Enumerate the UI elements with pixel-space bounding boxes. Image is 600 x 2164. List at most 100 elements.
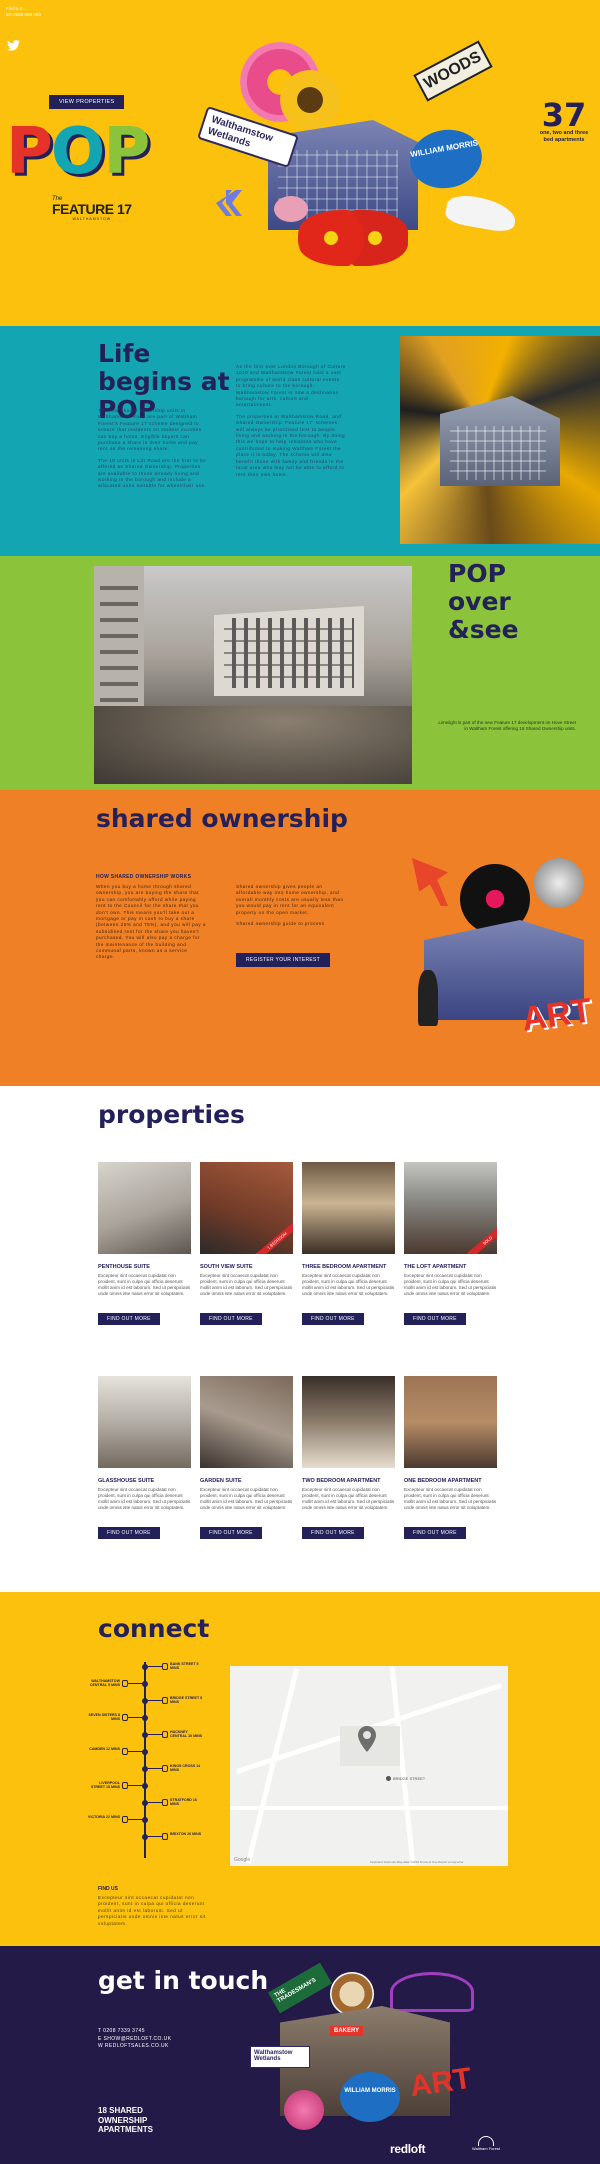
station-label: BANK STREET 5 MINS bbox=[170, 1662, 199, 1671]
timeline-dot bbox=[142, 1698, 148, 1704]
find-out-more-button[interactable]: FIND OUT MORE bbox=[98, 1313, 160, 1325]
count-text: one, two and three bed apartments bbox=[539, 130, 589, 143]
apartment-count: 37 one, two and three bed apartments bbox=[536, 96, 592, 144]
map-pin-icon[interactable] bbox=[358, 1726, 376, 1752]
property-title: GARDEN SUITE bbox=[200, 1478, 242, 1484]
train-icon bbox=[162, 1799, 168, 1806]
pig-image bbox=[274, 196, 308, 222]
life-begins-section: Life begins at POP The new shared owners… bbox=[0, 326, 600, 556]
train-icon bbox=[162, 1663, 168, 1670]
pop-over-title: POP over &see bbox=[448, 560, 519, 644]
bicycle-image bbox=[390, 1972, 474, 2012]
timeline-dot bbox=[142, 1834, 148, 1840]
contact-line-2[interactable]: tel: 0000 000 000 bbox=[6, 12, 41, 18]
property-photo[interactable] bbox=[98, 1376, 191, 1468]
find-out-more-button[interactable]: FIND OUT MORE bbox=[302, 1313, 364, 1325]
life-col2-text-b: The properties at Walthamstow Road, and … bbox=[236, 413, 346, 477]
property-photo[interactable] bbox=[302, 1162, 395, 1254]
property-card: SOLD THE LOFT APARTMENT Excepteur sint occ… bbox=[404, 1162, 500, 1325]
view-properties-button[interactable]: VIEW PROPERTIES bbox=[49, 95, 125, 109]
property-photo[interactable] bbox=[98, 1162, 191, 1254]
properties-section: properties PENTHOUSE SUITE Excepteur sint… bbox=[0, 1086, 600, 1592]
station-label: BRIXTON 26 MINS bbox=[170, 1832, 202, 1836]
properties-title: properties bbox=[98, 1100, 245, 1129]
runner-figure bbox=[418, 970, 438, 1026]
property-badge: SOLD bbox=[467, 1222, 497, 1254]
redloft-logo: redloft bbox=[390, 2142, 426, 2156]
train-icon bbox=[386, 1776, 391, 1782]
life-column-1: The new shared ownership units in Waltha… bbox=[98, 408, 208, 490]
find-out-more-button[interactable]: FIND OUT MORE bbox=[404, 1313, 466, 1325]
timeline-connector bbox=[128, 1683, 142, 1684]
property-title: ONE BEDROOM APARTMENT bbox=[404, 1478, 482, 1484]
shared-collage: ART bbox=[404, 850, 600, 1050]
arrow-decoration bbox=[216, 190, 242, 216]
hero-collage: Walthamstow Wetlands WOODS WILLIAM MORRI… bbox=[197, 20, 520, 268]
timeline-connector bbox=[128, 1751, 142, 1752]
tradesman-sign: THE TRADESMAN'S bbox=[268, 1962, 332, 2014]
property-photo[interactable]: SOLD bbox=[404, 1162, 497, 1254]
pop-over-section: POP over &see Limelight is part of the n… bbox=[0, 556, 600, 790]
find-out-more-button[interactable]: FIND OUT MORE bbox=[200, 1313, 262, 1325]
timeline-dot bbox=[142, 1817, 148, 1823]
timeline-dot bbox=[142, 1749, 148, 1755]
get-in-touch-section: get in touch T 0208 7339 3745 E SHOW@RED… bbox=[0, 1946, 600, 2164]
find-us-text: Excepteur sint occaecat cupidatat non pr… bbox=[98, 1895, 206, 1926]
property-badge: 1 BEDROOM bbox=[251, 1218, 293, 1254]
timeline-dot bbox=[142, 1766, 148, 1772]
count-number: 37 bbox=[541, 96, 587, 134]
property-photo[interactable]: 1 BEDROOM bbox=[200, 1162, 293, 1254]
train-icon bbox=[162, 1697, 168, 1704]
timeline-connector bbox=[148, 1768, 162, 1769]
feature17-logo: The FEATURE 17 WALTHAMSTOW bbox=[52, 196, 132, 221]
find-out-more-button[interactable]: FIND OUT MORE bbox=[302, 1527, 364, 1539]
station-label: LIVERPOOL STREET 15 MINS bbox=[90, 1781, 120, 1790]
contact-web[interactable]: W REDLOFTSALES.CO.UK bbox=[98, 2043, 171, 2051]
pop-caption: Limelight is part of the new Feature 17 … bbox=[438, 720, 576, 731]
train-icon bbox=[122, 1748, 128, 1755]
property-card: PENTHOUSE SUITE Excepteur sint occaecat c… bbox=[98, 1162, 194, 1325]
find-out-more-button[interactable]: FIND OUT MORE bbox=[404, 1527, 466, 1539]
contact-phone[interactable]: T 0208 7339 3745 bbox=[98, 2028, 171, 2036]
train-icon bbox=[122, 1816, 128, 1823]
pop-title-line-2: over bbox=[448, 587, 511, 616]
bakery-sign: BAKERY bbox=[330, 2026, 364, 2036]
property-photo[interactable] bbox=[302, 1376, 395, 1468]
property-photo[interactable] bbox=[200, 1376, 293, 1468]
station-label: BRIDGE STREET 5 MINS bbox=[170, 1696, 203, 1705]
property-card: THREE BEDROOM APARTMENT Excepteur sint oc… bbox=[302, 1162, 398, 1325]
property-title: SOUTH VIEW SUITE bbox=[200, 1264, 253, 1270]
train-icon bbox=[162, 1765, 168, 1772]
train-icon bbox=[122, 1714, 128, 1721]
william-morris-badge-2: WILLIAM MORRIS bbox=[340, 2072, 400, 2122]
location-map[interactable]: BRIDGE STREET Keyboard shortcuts Map dat… bbox=[230, 1666, 508, 1866]
contact-email[interactable]: E SHOW@REDLOFT.CO.UK bbox=[98, 2036, 171, 2044]
woods-sign: WOODS bbox=[413, 40, 493, 102]
shared-guide-link[interactable]: Shared ownership guide to process bbox=[236, 921, 346, 927]
art-letters: ART bbox=[519, 991, 595, 1039]
register-interest-button[interactable]: REGISTER YOUR INTEREST bbox=[236, 953, 331, 967]
pop-logo: POP bbox=[6, 115, 150, 189]
shared-col2: Shared ownership gives people an afforda… bbox=[236, 884, 344, 915]
station-label: KINGS CROSS 14 MINS bbox=[170, 1764, 201, 1773]
train-icon bbox=[162, 1833, 168, 1840]
property-card: 1 BEDROOM SOUTH VIEW SUITE Excepteur sint … bbox=[200, 1162, 296, 1325]
station-label: WALTHAMSTOW CENTRAL 5 MINS bbox=[89, 1679, 120, 1688]
footer-tagline: 18 SHARED OWNERSHIP APARTMENTS bbox=[98, 2106, 153, 2134]
lightbulb-arrow bbox=[412, 858, 448, 906]
property-description: Excepteur sint occaecat cupidatat non pr… bbox=[302, 1487, 395, 1510]
sunflower-image bbox=[280, 70, 340, 130]
twitter-icon[interactable] bbox=[7, 40, 20, 51]
touch-collage: THE TRADESMAN'S Walthamstow Wetlands BAK… bbox=[250, 1962, 490, 2136]
find-out-more-button[interactable]: FIND OUT MORE bbox=[98, 1527, 160, 1539]
property-photo[interactable] bbox=[404, 1376, 497, 1468]
map-footer: Keyboard shortcuts Map data ©2019 Terms … bbox=[370, 1860, 464, 1864]
life-col1-text-b: The 18 units in Litt Road are the first … bbox=[98, 457, 207, 489]
flowers-image bbox=[298, 210, 408, 266]
timeline-dot bbox=[142, 1800, 148, 1806]
property-title: THE LOFT APARTMENT bbox=[404, 1264, 467, 1270]
timeline-connector bbox=[148, 1802, 162, 1803]
pop-title-line-3: &see bbox=[448, 615, 519, 644]
timeline-dot bbox=[142, 1732, 148, 1738]
find-out-more-button[interactable]: FIND OUT MORE bbox=[200, 1527, 262, 1539]
